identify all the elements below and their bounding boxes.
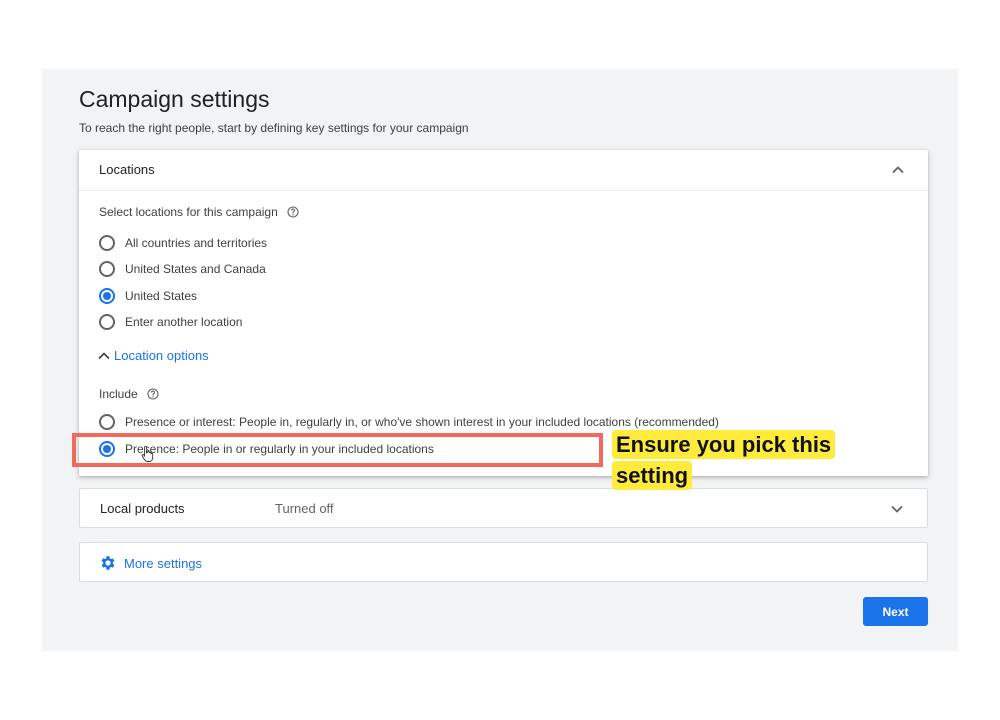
callout-line-2: setting <box>612 461 693 490</box>
locations-header-title: Locations <box>99 162 155 177</box>
location-option-us-canada[interactable]: United States and Canada <box>99 260 266 278</box>
select-locations-text: Select locations for this campaign <box>99 205 278 219</box>
location-option-label: United States and Canada <box>125 262 266 276</box>
location-options-label: Location options <box>114 348 209 363</box>
location-option-label: Enter another location <box>125 315 243 329</box>
location-options-toggle[interactable]: Location options <box>97 348 209 363</box>
callout-line-1: Ensure you pick this <box>612 430 836 459</box>
page-subtitle: To reach the right people, start by defi… <box>79 121 469 135</box>
help-icon[interactable] <box>147 388 159 400</box>
location-radio[interactable] <box>99 235 115 251</box>
location-option-label: United States <box>125 289 198 303</box>
gear-icon <box>101 556 115 570</box>
next-button[interactable]: Next <box>863 597 928 626</box>
hand-cursor-icon <box>141 445 154 462</box>
location-option-other[interactable]: Enter another location <box>99 313 242 331</box>
location-radio[interactable] <box>99 314 115 330</box>
include-radio[interactable] <box>99 414 115 430</box>
select-locations-label: Select locations for this campaign <box>99 205 299 219</box>
chevron-down-icon[interactable] <box>889 501 905 517</box>
local-products-status: Turned off <box>275 501 334 516</box>
more-settings-label: More settings <box>124 555 203 571</box>
campaign-settings-panel: Campaign settings To reach the right peo… <box>42 69 958 651</box>
chevron-up-icon <box>98 351 110 359</box>
include-text: Include <box>99 387 138 401</box>
more-settings-link[interactable]: More settings <box>99 554 202 572</box>
chevron-up-icon[interactable] <box>890 162 906 178</box>
locations-header[interactable]: Locations <box>79 150 928 191</box>
include-label: Include <box>99 387 159 401</box>
location-option-us[interactable]: United States <box>99 287 197 305</box>
location-option-label: All countries and territories <box>125 236 268 250</box>
help-icon[interactable] <box>287 206 299 218</box>
annotation-callout: Ensure you pick this setting <box>612 429 864 491</box>
more-settings-card[interactable]: More settings <box>79 542 928 582</box>
location-option-all[interactable]: All countries and territories <box>99 234 267 252</box>
page-title: Campaign settings <box>79 86 270 112</box>
local-products-card[interactable]: Local products Turned off <box>79 488 928 528</box>
include-option-label: Presence or interest: People in, regular… <box>125 415 719 429</box>
local-products-title: Local products <box>100 501 185 516</box>
location-radio-selected[interactable] <box>99 288 115 304</box>
locations-card: Locations Select locations for this camp… <box>79 150 928 476</box>
location-radio[interactable] <box>99 261 115 277</box>
